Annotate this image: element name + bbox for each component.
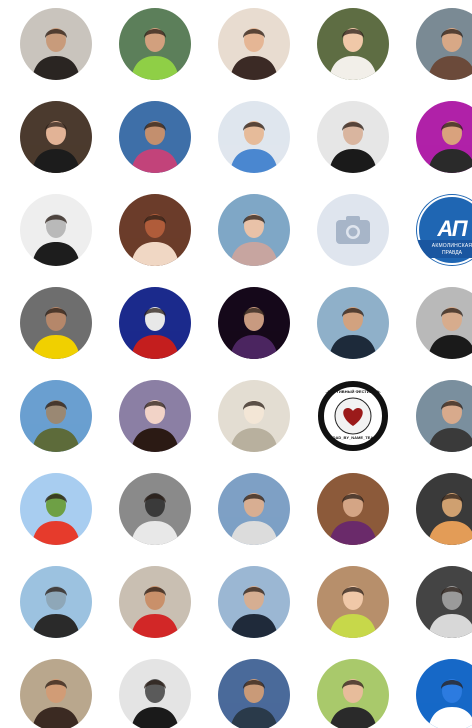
avatar-r6c4[interactable] (317, 473, 389, 545)
logo-text: АП (437, 216, 467, 241)
avatar-photo (317, 566, 389, 638)
avatar-r6c5[interactable] (416, 473, 472, 545)
avatar-r2c2[interactable] (119, 101, 191, 173)
avatar-r3c5[interactable]: АП АКМОЛИНСКАЯ ПРАВДА (416, 194, 472, 266)
avatar-r3c4[interactable] (317, 194, 389, 266)
logo-subtitle: АКМОЛИНСКАЯ (431, 243, 472, 249)
avatar-photo (416, 380, 472, 452)
avatar-r5c4[interactable]: СПОРТИВНЫЙ ФЕСТИВАЛЬ ROAD_BY_NAME_TEAM (317, 380, 389, 452)
avatar-r1c4[interactable] (317, 8, 389, 80)
avatar-r8c2[interactable] (119, 659, 191, 728)
avatar-r2c3[interactable] (218, 101, 290, 173)
avatar-photo (317, 287, 389, 359)
avatar-r1c1[interactable] (20, 8, 92, 80)
camera-icon (317, 194, 389, 266)
avatar-photo (20, 287, 92, 359)
avatar-r2c4[interactable] (317, 101, 389, 173)
emblem-text: СПОРТИВНЫЙ ФЕСТИВАЛЬ (325, 389, 381, 394)
avatar-r4c3[interactable] (218, 287, 290, 359)
avatar-photo (20, 473, 92, 545)
avatar-photo (218, 101, 290, 173)
avatar-r3c1[interactable] (20, 194, 92, 266)
avatar-r7c3[interactable] (218, 566, 290, 638)
avatar-r2c1[interactable] (20, 101, 92, 173)
avatar-photo (119, 194, 191, 266)
avatar-r4c4[interactable] (317, 287, 389, 359)
avatar-photo (20, 8, 92, 80)
avatar-r5c3[interactable] (218, 380, 290, 452)
avatar-r3c3[interactable] (218, 194, 290, 266)
avatar-r1c3[interactable] (218, 8, 290, 80)
avatar-photo (218, 194, 290, 266)
avatar-photo (218, 566, 290, 638)
avatar-r8c1[interactable] (20, 659, 92, 728)
avatar-photo (416, 659, 472, 728)
avatar-photo (20, 380, 92, 452)
avatar-r7c1[interactable] (20, 566, 92, 638)
avatar-r4c5[interactable] (416, 287, 472, 359)
avatar-photo (119, 380, 191, 452)
avatar-photo (416, 566, 472, 638)
avatar-photo (416, 287, 472, 359)
avatar-photo (317, 8, 389, 80)
avatar-r8c4[interactable] (317, 659, 389, 728)
avatar-photo (20, 566, 92, 638)
avatar-r7c5[interactable] (416, 566, 472, 638)
logo-subtitle: ПРАВДА (442, 250, 462, 256)
avatar-r5c5[interactable] (416, 380, 472, 452)
avatar-r8c5[interactable] (416, 659, 472, 728)
avatar-photo (20, 659, 92, 728)
avatar-r4c1[interactable] (20, 287, 92, 359)
avatar-photo (218, 473, 290, 545)
avatar-photo (119, 659, 191, 728)
avatar-photo (317, 659, 389, 728)
avatar-photo (317, 473, 389, 545)
avatar-photo (119, 473, 191, 545)
avatar-r8c3[interactable] (218, 659, 290, 728)
avatar-r5c1[interactable] (20, 380, 92, 452)
avatar-grid: АП АКМОЛИНСКАЯ ПРАВДА СПОРТИВНЫЙ ФЕСТИВАЛЬ R… (0, 0, 472, 728)
avatar-r6c3[interactable] (218, 473, 290, 545)
avatar-photo (416, 473, 472, 545)
avatar-r7c2[interactable] (119, 566, 191, 638)
avatar-r5c2[interactable] (119, 380, 191, 452)
avatar-photo (416, 101, 472, 173)
emblem-text: ROAD_BY_NAME_TEAM (329, 435, 377, 440)
avatar-photo (119, 8, 191, 80)
avatar-photo (119, 101, 191, 173)
avatar-r7c4[interactable] (317, 566, 389, 638)
avatar-r1c5[interactable] (416, 8, 472, 80)
avatar-photo (20, 194, 92, 266)
avatar-r3c2[interactable] (119, 194, 191, 266)
avatar-r6c2[interactable] (119, 473, 191, 545)
avatar-r1c2[interactable] (119, 8, 191, 80)
avatar-photo (218, 380, 290, 452)
avatar-photo (416, 8, 472, 80)
avatar-r4c2[interactable] (119, 287, 191, 359)
avatar-r2c5[interactable] (416, 101, 472, 173)
avatar-photo (20, 101, 92, 173)
avatar-photo (218, 287, 290, 359)
avatar-photo (218, 8, 290, 80)
avatar-photo (119, 566, 191, 638)
avatar-photo (218, 659, 290, 728)
avatar-photo (317, 101, 389, 173)
avatar-r6c1[interactable] (20, 473, 92, 545)
avatar-photo (119, 287, 191, 359)
